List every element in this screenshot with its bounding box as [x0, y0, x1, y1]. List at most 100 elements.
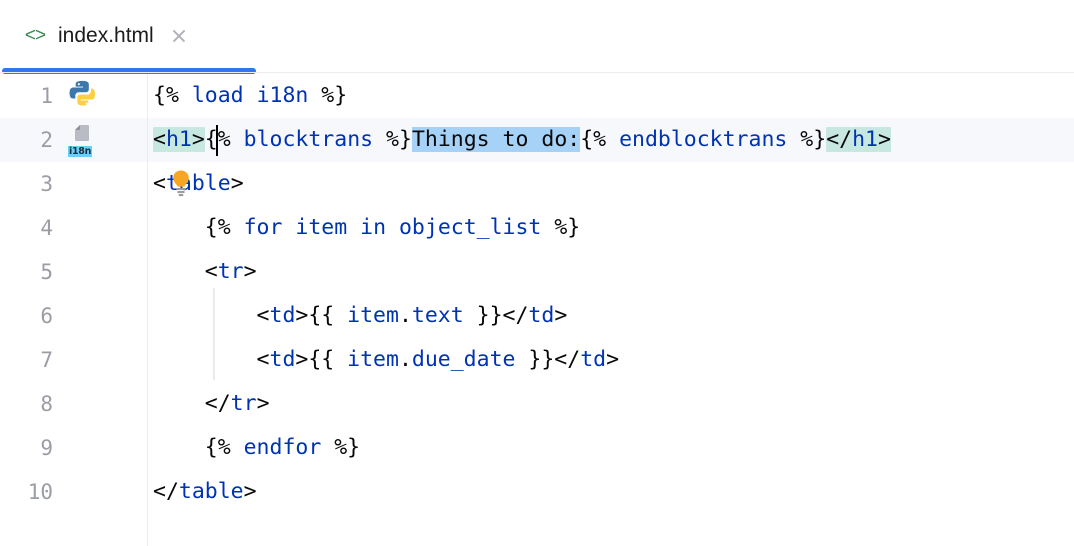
code-token: < [153, 303, 270, 328]
code-token: due_date [411, 347, 516, 372]
code-text[interactable]: </tr> [153, 382, 270, 426]
code-text[interactable]: {% load i18n %} [153, 74, 347, 118]
code-token: item [295, 215, 348, 240]
code-line[interactable]: 10 </table> [0, 470, 1074, 514]
matching-tag: > [877, 127, 891, 152]
gutter-divider [147, 74, 148, 546]
code-line[interactable]: 3 <table> [0, 162, 1074, 206]
gutter[interactable]: 10 [0, 470, 147, 514]
matching-tag: h1 [165, 127, 192, 152]
code-line[interactable]: 4 {% for item in object_list %} [0, 206, 1074, 250]
code-token: < [153, 347, 270, 372]
code-line[interactable]: 7 <td>{{ item.due_date }}</td> [0, 338, 1074, 382]
code-lines: 1 {% load i18n %} 2 i18n <h1>{% blocktrans %… [0, 74, 1074, 514]
gutter[interactable]: 9 [0, 426, 147, 470]
code-line[interactable]: 5 <tr> [0, 250, 1074, 294]
gutter[interactable]: 5 [0, 250, 147, 294]
code-text[interactable]: {% for item in object_list %} [153, 206, 580, 250]
code-token: }}</ [515, 347, 581, 372]
code-token: %} [308, 83, 348, 108]
code-token: >{{ [295, 347, 348, 372]
code-token: . [398, 347, 412, 372]
code-token: endblocktrans [619, 127, 788, 152]
close-icon[interactable] [170, 27, 188, 45]
code-token: < [153, 171, 166, 196]
line-number: 1 [40, 84, 53, 108]
code-text[interactable]: <td>{{ item.text }}</td> [153, 294, 568, 338]
code-line[interactable]: 6 <td>{{ item.text }}</td> [0, 294, 1074, 338]
tab-title: index.html [58, 24, 154, 47]
matching-tag: </ [826, 127, 853, 152]
code-token: text [411, 303, 464, 328]
code-text[interactable]: <table> [153, 162, 244, 206]
code-text[interactable]: <td>{{ item.due_date }}</td> [153, 338, 620, 382]
code-token: > [243, 479, 257, 504]
lightbulb-icon[interactable] [168, 168, 194, 198]
line-number: 4 [40, 216, 53, 240]
code-token: {% [153, 215, 244, 240]
code-text[interactable]: <tr> [153, 250, 257, 294]
line-number: 7 [40, 348, 53, 372]
code-token: > [554, 303, 568, 328]
code-token: for [243, 215, 283, 240]
code-token: blocktrans [243, 127, 374, 152]
code-token: tr [230, 391, 257, 416]
code-token: {% [153, 435, 244, 460]
code-line[interactable]: 2 i18n <h1>{% blocktrans %}Things to do:{%… [0, 118, 1074, 162]
code-line[interactable]: 1 {% load i18n %} [0, 74, 1074, 118]
code-token: td [269, 303, 296, 328]
line-number: 3 [40, 172, 53, 196]
code-token: tr [217, 259, 244, 284]
code-token: load i18n [191, 83, 309, 108]
code-text[interactable]: </table> [153, 470, 257, 514]
code-token: item [347, 303, 399, 328]
code-text[interactable]: {% endfor %} [153, 426, 360, 470]
code-token: %} [541, 215, 581, 240]
code-token: . [398, 303, 412, 328]
gutter[interactable]: 8 [0, 382, 147, 426]
selected-text: Things to do: [411, 127, 581, 152]
code-token: in [360, 215, 387, 240]
gutter[interactable]: 6 [0, 294, 147, 338]
indent-guide [213, 288, 215, 380]
code-editor-area[interactable]: 1 {% load i18n %} 2 i18n <h1>{% blocktrans %… [0, 74, 1074, 546]
python-icon[interactable] [68, 79, 102, 113]
code-line[interactable]: 8 </tr> [0, 382, 1074, 426]
code-token: table [178, 479, 244, 504]
gutter[interactable]: 2 i18n [0, 118, 147, 162]
editor-tab-bar: <> index.html [0, 0, 1074, 74]
line-number: 8 [40, 392, 53, 416]
code-line[interactable]: 9 {% endfor %} [0, 426, 1074, 470]
code-editor-window: <> index.html 1 {% load i18n %} 2 i18n <h1>{… [0, 0, 1074, 546]
code-token: item [347, 347, 399, 372]
tab-bar-divider [0, 72, 1074, 73]
gutter[interactable]: 1 [0, 74, 147, 118]
code-token: >{{ [295, 303, 348, 328]
i18n-badge-label: i18n [68, 146, 93, 157]
code-token: {% [153, 83, 192, 108]
code-token: %} [321, 435, 361, 460]
code-token: td [528, 303, 555, 328]
text-caret [216, 125, 218, 156]
code-token: %} [373, 127, 412, 152]
code-token: </ [153, 391, 231, 416]
code-token: td [580, 347, 607, 372]
matching-tag: h1 [852, 127, 878, 152]
tab-index-html[interactable]: <> index.html [0, 0, 206, 72]
code-token: object_list [398, 215, 542, 240]
code-token: td [269, 347, 296, 372]
code-text[interactable]: <h1>{% blocktrans %}Things to do:{% endb… [153, 118, 891, 162]
code-token: > [256, 391, 270, 416]
line-number: 2 [40, 128, 53, 152]
line-number: 10 [27, 480, 53, 504]
gutter[interactable]: 4 [0, 206, 147, 250]
code-token: %} [787, 127, 827, 152]
code-token: </ [153, 479, 179, 504]
i18n-icon[interactable]: i18n [68, 123, 102, 157]
line-number: 6 [40, 304, 53, 328]
gutter[interactable]: 7 [0, 338, 147, 382]
matching-tag: < [153, 127, 166, 152]
gutter[interactable]: 3 [0, 162, 147, 206]
